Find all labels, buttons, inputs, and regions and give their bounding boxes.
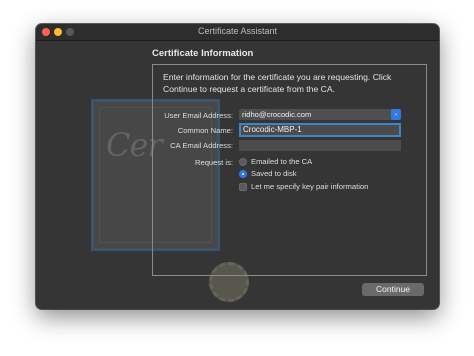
request-label: Request is: xyxy=(195,158,233,167)
title-bar: Certificate Assistant xyxy=(36,24,439,41)
certificate-assistant-window: Certificate Assistant Cer Certificate In… xyxy=(36,24,439,309)
window-title: Certificate Assistant xyxy=(197,26,278,36)
common-name-label: Common Name: xyxy=(177,126,233,135)
checkbox-keypair[interactable] xyxy=(239,183,247,191)
radio-saved[interactable] xyxy=(239,170,247,178)
section-heading: Certificate Information xyxy=(152,48,254,59)
common-name-field[interactable]: Crocodic-MBP-1 xyxy=(239,123,401,137)
radio-emailed[interactable] xyxy=(239,158,247,166)
continue-button[interactable]: Continue xyxy=(362,283,424,296)
intro-text: Enter information for the certificate yo… xyxy=(163,72,392,94)
ca-email-label: CA Email Address: xyxy=(170,141,233,150)
emailed-to-ca-label: Emailed to the CA xyxy=(251,157,313,166)
ca-email-field[interactable] xyxy=(239,140,401,151)
email-value: ridho@crocodic.com xyxy=(242,110,312,119)
saved-to-disk-label: Saved to disk xyxy=(251,169,297,178)
email-label: User Email Address: xyxy=(164,111,233,120)
email-popup[interactable]: ridho@crocodic.com ⌄ xyxy=(239,109,401,120)
form-panel: Enter information for the certificate yo… xyxy=(152,64,427,276)
chevron-updown-icon: ⌄ xyxy=(391,109,401,120)
keypair-label: Let me specify key pair information xyxy=(251,182,369,191)
